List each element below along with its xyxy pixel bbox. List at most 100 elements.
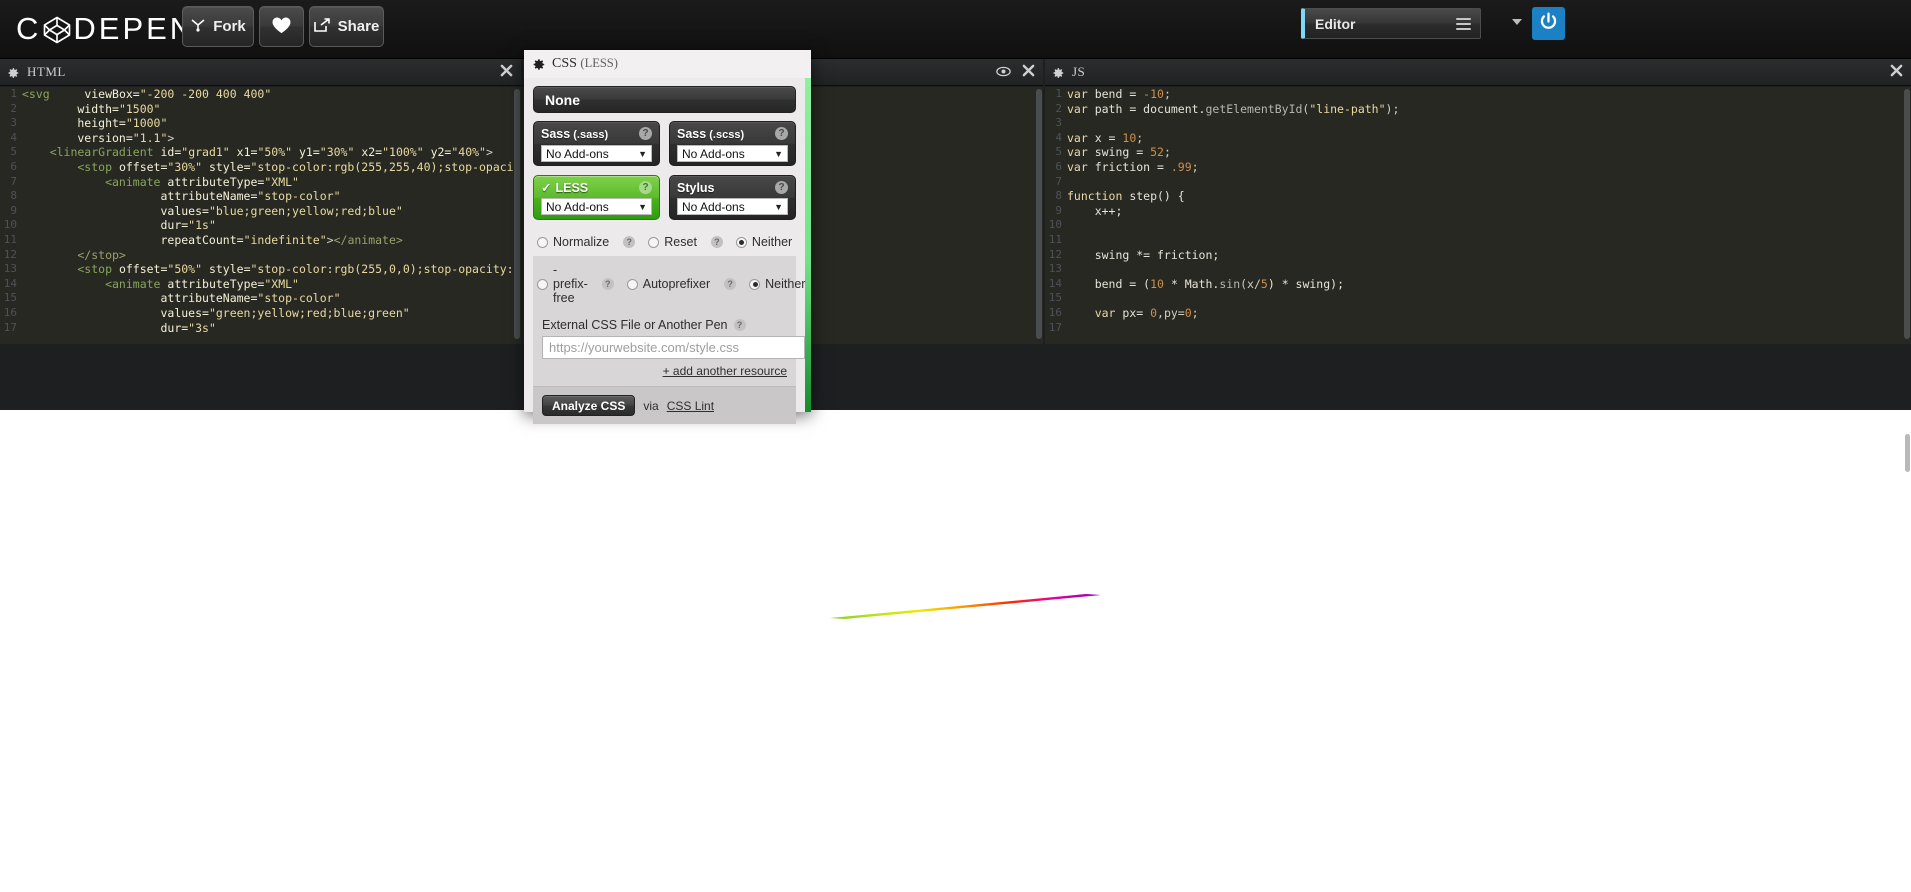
css-scrollbar[interactable] <box>1036 89 1042 339</box>
line-number: 10 <box>1048 218 1062 232</box>
close-icon[interactable] <box>1890 64 1903 82</box>
codepen-logo-icon <box>42 15 72 45</box>
label-reset[interactable]: Reset <box>664 235 697 249</box>
code-token: repeatCount= <box>22 232 244 247</box>
modal-tab-header: CSS (LESS) <box>524 50 811 78</box>
addon-select[interactable]: No Add-ons ▼ <box>541 198 652 215</box>
code-token: dur= <box>22 320 189 335</box>
code-line: 2 width="1500" <box>0 102 521 117</box>
codepen-logo[interactable]: C DEPEN <box>16 9 195 49</box>
code-token: sin <box>1219 276 1241 291</box>
help-icon[interactable]: ? <box>775 181 788 194</box>
share-button[interactable]: Share <box>309 6 384 47</box>
fork-button[interactable]: Fork <box>182 6 254 47</box>
preprocessor-grid: Sass (.sass)? No Add-ons ▼ Sass (.scss)? No … <box>533 121 796 220</box>
code-token: "40%" <box>451 145 486 160</box>
preprocessor-none-button[interactable]: None <box>533 86 796 113</box>
gear-icon[interactable] <box>7 66 19 78</box>
gear-icon[interactable] <box>1052 66 1064 78</box>
radio-neither-prefix[interactable] <box>749 278 761 290</box>
code-token: "1500" <box>118 101 161 116</box>
chevron-down-icon[interactable] <box>1512 19 1522 25</box>
html-code-editor[interactable]: 1 <svg viewBox="-200 -200 400 400" 2 width… <box>0 87 521 344</box>
radio-reset[interactable] <box>648 236 660 248</box>
help-icon-external-css[interactable]: ? <box>733 319 746 331</box>
preprocessor-card-less[interactable]: ✓ LESS? No Add-ons ▼ <box>533 175 660 220</box>
code-line: 13 <stop offset="50%" style="stop-color:… <box>0 262 521 277</box>
help-icon-autoprefixer[interactable]: ? <box>724 278 737 290</box>
add-another-resource-link[interactable]: + add another resource <box>542 364 787 378</box>
css-lint-link[interactable]: CSS Lint <box>667 399 714 413</box>
code-line-text: var path = document.getElementById("line… <box>1067 102 1399 117</box>
line-number: 10 <box>3 218 17 232</box>
close-icon[interactable] <box>500 64 513 82</box>
code-token: "30%" <box>319 145 355 160</box>
code-token: "stop-color" <box>257 291 341 306</box>
addon-select[interactable]: No Add-ons ▼ <box>677 145 788 162</box>
code-line: 12 swing *= friction; <box>1045 248 1911 263</box>
close-icon[interactable] <box>1022 64 1035 82</box>
code-token: attributeType= <box>160 174 265 189</box>
code-token: var <box>1067 130 1088 145</box>
love-button[interactable] <box>259 6 304 47</box>
radio-neither-base[interactable] <box>735 236 747 248</box>
editor-view-select[interactable]: Editor <box>1301 8 1481 39</box>
help-icon-normalize[interactable]: ? <box>623 236 636 248</box>
code-line: 15 attributeName="stop-color" <box>0 291 521 306</box>
help-icon-prefix-free[interactable]: ? <box>601 278 614 290</box>
html-scrollbar[interactable] <box>514 89 520 339</box>
line-number: 17 <box>1048 320 1062 334</box>
addon-select[interactable]: No Add-ons ▼ <box>541 145 652 162</box>
label-normalize[interactable]: Normalize <box>553 235 609 249</box>
preprocessor-name-text: Stylus <box>677 181 715 195</box>
help-icon[interactable]: ? <box>775 127 788 140</box>
line-number: 2 <box>10 101 17 115</box>
code-line-text: bend = (10 * Math.sin(x/5) * swing); <box>1067 277 1344 292</box>
line-number: 5 <box>10 145 17 159</box>
code-token: ; <box>1163 87 1171 101</box>
code-token: var <box>1067 87 1088 101</box>
help-icon[interactable]: ? <box>639 181 652 194</box>
code-line: 10 dur="1s" <box>0 218 521 233</box>
radio-autoprefixer[interactable] <box>626 278 638 290</box>
label-prefix-free[interactable]: -prefix-free <box>553 263 588 305</box>
code-token: .99 <box>1170 159 1192 174</box>
preprocessor-name-text: Sass <box>541 127 571 141</box>
code-token: x++; <box>1067 203 1123 218</box>
preprocessor-card-sasssass[interactable]: Sass (.sass)? No Add-ons ▼ <box>533 121 660 166</box>
code-line: 8 attributeName="stop-color" <box>0 189 521 204</box>
code-token: "green;yellow;red;blue;green" <box>208 305 410 320</box>
modal-title-main: CSS <box>552 56 577 71</box>
js-scrollbar[interactable] <box>1904 89 1910 339</box>
code-line-text: <animate attributeType="XML" <box>22 175 299 190</box>
preprocessor-card-stylus[interactable]: Stylus? No Add-ons ▼ <box>669 175 796 220</box>
preprocessor-name: ✓ LESS <box>541 181 652 195</box>
preprocessor-card-sassscss[interactable]: Sass (.scss)? No Add-ons ▼ <box>669 121 796 166</box>
line-number: 4 <box>1055 130 1062 144</box>
code-token: <animate <box>22 174 161 189</box>
label-neither-base[interactable]: Neither <box>752 235 792 249</box>
external-css-label-row: External CSS File or Another Pen ? <box>542 318 787 332</box>
radio-normalize[interactable] <box>537 236 548 248</box>
power-button[interactable] <box>1532 7 1565 40</box>
label-neither-prefix[interactable]: Neither <box>765 277 805 291</box>
radio-prefix-free[interactable] <box>537 278 548 290</box>
hamburger-icon[interactable] <box>1456 18 1471 31</box>
analyze-css-button[interactable]: Analyze CSS <box>542 395 636 416</box>
line-number: 9 <box>10 203 17 217</box>
preview-scrollbar[interactable] <box>1905 434 1910 472</box>
gear-icon[interactable] <box>532 58 545 70</box>
line-number: 8 <box>1055 189 1062 203</box>
addon-select[interactable]: No Add-ons ▼ <box>677 198 788 215</box>
eye-icon[interactable] <box>996 64 1011 82</box>
help-icon-reset[interactable]: ? <box>710 236 723 248</box>
js-code-editor[interactable]: 1 var bend = -10; 2 var path = document.get… <box>1045 87 1911 344</box>
label-autoprefixer[interactable]: Autoprefixer <box>643 277 710 291</box>
help-icon[interactable]: ? <box>639 127 652 140</box>
line-number: 1 <box>1055 87 1062 100</box>
preview-pane[interactable] <box>0 410 1911 892</box>
code-line: 10 <box>1045 218 1911 233</box>
external-css-input[interactable]: https://yourwebsite.com/style.css <box>542 336 805 359</box>
code-line-text: <svg viewBox="-200 -200 400 400" <box>22 87 271 102</box>
line-number: 5 <box>1055 145 1062 159</box>
